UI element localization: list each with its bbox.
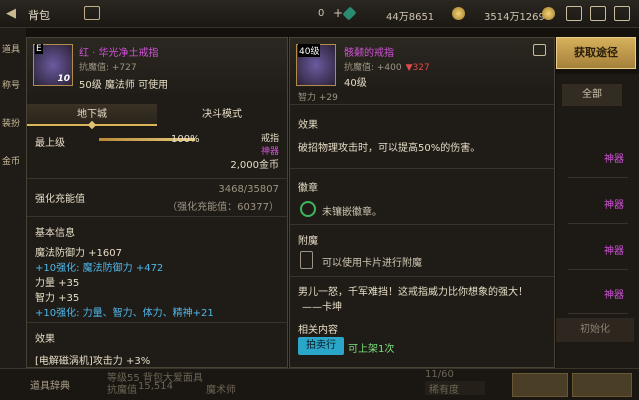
gift-icon[interactable] (566, 6, 582, 21)
top-bar: ◀ 背包 0 + 44万8651 3514万1269 (0, 0, 639, 28)
divider (27, 178, 287, 179)
stat-line: 智力 +29 (298, 93, 338, 103)
listing-count: 可上架1次 (348, 344, 395, 355)
divider (290, 276, 554, 277)
item-slot-type: 戒指 (260, 134, 279, 144)
active-tab-marker-icon (87, 120, 97, 130)
stat-line: +10强化: 魔法防御力 +472 (35, 263, 164, 274)
currency-coin-count: 3514万1269 (484, 12, 545, 23)
character-class: 魔术师 (206, 385, 236, 396)
emblem-title: 徽章 (298, 183, 318, 194)
mode-tabs: 地下城 决斗模式 (27, 104, 287, 130)
bag-tab[interactable]: 装扮 (0, 108, 26, 138)
tab-duel[interactable]: 决斗模式 (157, 104, 287, 126)
list-item[interactable]: 神器 (568, 274, 628, 314)
list-item[interactable]: 神器 (568, 230, 628, 270)
rarity-label: 神器 (604, 154, 624, 165)
divider (290, 224, 554, 225)
list-item[interactable]: 神器 (568, 138, 628, 178)
bag-tab[interactable]: 道具 (0, 34, 26, 64)
rarity-label: 神器 (604, 246, 624, 257)
resist-value: 抗魔值: +400 (344, 63, 402, 73)
currency-gold-count: 44万8651 (386, 12, 435, 23)
bag-category-tabs: 道具 称号 装扮 金币 (0, 28, 26, 368)
sort-button[interactable] (512, 373, 568, 397)
related-title: 相关内容 (298, 325, 338, 336)
gold-coin-icon (452, 7, 465, 20)
bag-tab[interactable]: 称号 (0, 70, 26, 100)
resist-value: 15,514 (138, 381, 173, 392)
share-icon[interactable] (533, 44, 546, 56)
page-title: 背包 (28, 9, 50, 22)
add-currency-icon[interactable]: + (333, 6, 343, 20)
charge-sub: （强化充能值：60377） (167, 202, 279, 213)
enchant-text: 可以使用卡片进行附魔 (322, 258, 422, 269)
flavor-quote: 男儿一怒，千军难挡！这戒指威力比你想象的强大！ (298, 287, 528, 298)
effect-line: [电解磁涡机]攻击力 +3% (35, 356, 151, 367)
back-arrow-icon[interactable]: ◀ (6, 6, 22, 22)
list-item[interactable]: 神器 (568, 184, 628, 224)
item-resist: 抗魔值: +400 ▼327 (344, 60, 430, 73)
filter-all-button[interactable]: 全部 (562, 84, 622, 106)
menu-icon[interactable] (614, 6, 630, 21)
divider (27, 322, 287, 323)
item-level-badge: 40级 (298, 44, 321, 57)
rarity-label: 神器 (604, 200, 624, 211)
bag-item-list: 全部 神器 神器 神器 神器 初始化 (556, 74, 639, 374)
item-level: 40级 (344, 78, 367, 89)
gem-icon (342, 6, 357, 21)
auction-house-button[interactable]: 拍卖行 (298, 337, 344, 355)
item-name: 红 · 华光净土戒指 (79, 48, 159, 59)
basic-info-title: 基本信息 (35, 228, 75, 239)
item-dictionary-link[interactable]: 道具辞典 (30, 377, 70, 392)
ring-item-icon: 40级 (296, 44, 336, 86)
compared-item-tooltip: 40级 骸颡的戒指 抗魔值: +400 ▼327 40级 智力 +29 效果 破招… (289, 37, 555, 368)
stat-line: 智力 +35 (35, 293, 80, 304)
upgrade-label: 最上级 (35, 138, 65, 149)
stat-line: +10强化: 力量、智力、体力、精神+21 (35, 308, 214, 319)
mail-icon[interactable] (590, 6, 606, 21)
item-requirement: 50级 魔法师 可使用 (79, 80, 169, 91)
home-icon[interactable] (84, 6, 100, 20)
enchant-title: 附魔 (298, 236, 318, 247)
resist-label: 抗魔值 (107, 385, 137, 396)
divider (27, 216, 287, 217)
bottom-bar: 道具辞典 等级55 背包大爱面具 抗魔值 15,514 魔术师 11/60 稀有… (0, 368, 639, 400)
bag-tab[interactable]: 金币 (0, 146, 26, 176)
tab-label: 地下城 (77, 109, 107, 120)
get-path-button[interactable]: 获取途径 (556, 37, 636, 69)
tab-label: 决斗模式 (202, 109, 242, 120)
equipped-item-tooltip: E 10 红 · 华光净土戒指 抗魔值: +727 50级 魔法师 可使用 地下… (26, 37, 288, 368)
stat-line: 力量 +35 (35, 278, 80, 289)
tab-dungeon[interactable]: 地下城 (27, 104, 157, 130)
effect-text: 破招物理攻击时，可以提高50%的伤害。 (298, 143, 481, 154)
item-name: 骸颡的戒指 (344, 48, 394, 59)
effect-title: 效果 (35, 334, 55, 345)
divider (290, 168, 554, 169)
charge-label: 强化充能值 (35, 194, 85, 205)
rarity-label: 神器 (604, 290, 624, 301)
card-slot-icon (300, 251, 313, 269)
currency-gem-count: 0 (318, 8, 325, 19)
item-price: 2,000金币 (230, 160, 279, 171)
item-badge: E (35, 44, 43, 54)
upgrade-percent: 100% (171, 134, 200, 145)
flavor-author: ——卡坤 (302, 302, 342, 313)
enhance-level: 10 (57, 74, 70, 84)
bag-capacity: 11/60 (425, 369, 454, 380)
resist-diff: ▼327 (405, 63, 430, 73)
item-resist: 抗魔值: +727 (79, 63, 137, 73)
ring-item-icon: E 10 (33, 44, 73, 86)
charge-value: 3468/35807 (218, 184, 279, 195)
stat-line: 魔法防御力 +1607 (35, 248, 123, 259)
emblem-text: 未镶嵌徽章。 (322, 207, 382, 218)
coin-icon (542, 7, 555, 20)
initialize-button[interactable]: 初始化 (556, 318, 634, 342)
bag-action-button[interactable] (572, 373, 632, 397)
emblem-slot-icon (300, 201, 316, 217)
effect-title: 效果 (298, 120, 318, 131)
rarity-sort-select[interactable]: 稀有度 (425, 381, 485, 396)
divider (290, 104, 554, 105)
